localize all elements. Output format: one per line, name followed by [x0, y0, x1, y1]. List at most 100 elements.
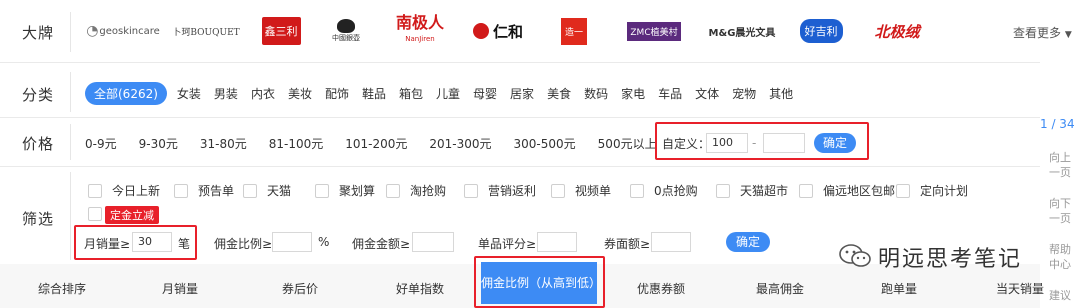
divider	[0, 117, 1040, 118]
brand-renhe[interactable]: 仁和	[468, 16, 528, 46]
brand-haojili[interactable]: 好吉利	[798, 16, 844, 46]
price-confirm-button[interactable]: 确定	[814, 133, 856, 153]
commission-amount-label: 佣金金额≥	[352, 237, 411, 251]
checkbox-icon	[630, 183, 644, 198]
divider	[70, 172, 71, 260]
divider	[70, 72, 71, 112]
category-row-label: 分类	[22, 86, 55, 104]
checkbox-icon	[799, 183, 813, 198]
checkbox-icon	[896, 183, 910, 198]
sort-option[interactable]: 好单指数	[396, 280, 444, 297]
category-item[interactable]: 鞋品	[362, 85, 386, 102]
checkbox-icon	[716, 183, 730, 198]
next-page-button[interactable]: 向下 一页	[1040, 196, 1080, 226]
checkbox-icon	[174, 183, 188, 198]
divider	[70, 124, 71, 160]
filter-checkbox[interactable]: 天猫超市	[716, 182, 788, 199]
brand-zaoyi[interactable]: 造一	[556, 16, 592, 46]
price-range[interactable]: 31-80元	[200, 135, 247, 152]
category-item[interactable]: 居家	[510, 85, 534, 102]
category-all[interactable]: 全部(6262)	[85, 82, 167, 105]
brand-nanjiren[interactable]: 南极人 NanJiren	[390, 15, 450, 46]
rating-input[interactable]	[537, 232, 577, 252]
price-max-input[interactable]	[763, 133, 805, 153]
sort-option[interactable]: 综合排序	[38, 280, 86, 297]
brand-bouquet[interactable]: 卜珂BOUQUET	[172, 16, 239, 46]
category-item[interactable]: 母婴	[473, 85, 497, 102]
checkbox-icon	[386, 183, 400, 198]
sort-option[interactable]: 当天销量	[996, 280, 1044, 297]
teapot-logo-icon	[337, 19, 355, 33]
filter-confirm-button[interactable]: 确定	[726, 232, 770, 252]
filter-checkbox[interactable]: 视频单	[551, 182, 611, 199]
sort-option[interactable]: 跑单量	[881, 280, 917, 297]
divider	[70, 12, 71, 52]
filter-checkbox[interactable]: 营销返利	[464, 182, 536, 199]
filter-checkbox[interactable]: 0点抢购	[630, 182, 698, 199]
price-range-list: 0-9元 9-30元 31-80元 81-100元 101-200元 201-3…	[85, 135, 679, 152]
price-range[interactable]: 300-500元	[514, 135, 576, 152]
more-brands-link[interactable]: 查看更多 ▼	[1013, 24, 1072, 41]
sort-option[interactable]: 券后价	[282, 280, 318, 297]
checkbox-icon	[243, 183, 257, 198]
price-range[interactable]: 201-300元	[429, 135, 491, 152]
category-item[interactable]: 配饰	[325, 85, 349, 102]
filter-checkbox[interactable]: 今日上新	[88, 182, 160, 199]
monthly-sales-unit: 笔	[178, 237, 191, 251]
category-item[interactable]: 内衣	[251, 85, 275, 102]
category-item[interactable]: 数码	[584, 85, 608, 102]
prev-page-button[interactable]: 向上 一页	[1040, 150, 1080, 180]
brand-beijirong[interactable]: 北极绒	[866, 16, 928, 46]
brand-xinsanli[interactable]: 鑫三利	[260, 16, 302, 46]
monthly-sales-label: 月销量≥	[84, 237, 131, 251]
filter-checkbox[interactable]: 预告单	[174, 182, 234, 199]
commission-rate-unit: %	[318, 235, 330, 249]
divider	[0, 166, 1040, 167]
price-separator: -	[752, 136, 757, 150]
coupon-input[interactable]	[651, 232, 691, 252]
price-range[interactable]: 81-100元	[269, 135, 324, 152]
help-center-link[interactable]: 帮助 中心	[1040, 242, 1080, 272]
price-range[interactable]: 500元以上	[598, 135, 657, 152]
category-item[interactable]: 箱包	[399, 85, 423, 102]
price-range[interactable]: 0-9元	[85, 135, 117, 152]
category-item[interactable]: 美食	[547, 85, 571, 102]
category-item[interactable]: 儿童	[436, 85, 460, 102]
sort-option-active[interactable]: 佣金比例（从高到低）	[481, 262, 601, 304]
filter-checkbox[interactable]: 定向计划	[896, 182, 968, 199]
category-item[interactable]: 车品	[658, 85, 682, 102]
filter-row-label: 筛选	[22, 210, 55, 228]
brand-zhongguoyinhu[interactable]: 中國銀壺	[326, 16, 366, 46]
brand-list: ◔ geoskincare 卜珂BOUQUET 鑫三利 中國銀壺 南极人 Nan…	[86, 10, 928, 52]
commission-amount-input[interactable]	[412, 232, 454, 252]
commission-rate-input[interactable]	[272, 232, 312, 252]
category-item[interactable]: 女装	[177, 85, 201, 102]
price-min-input[interactable]: 100	[706, 133, 748, 153]
category-item[interactable]: 男装	[214, 85, 238, 102]
filter-checkbox[interactable]: 淘抢购	[386, 182, 446, 199]
brand-mg[interactable]: M&G晨光文具	[708, 16, 776, 46]
filter-checkbox[interactable]: 天猫	[243, 182, 291, 199]
geoskincare-logo-icon: ◔	[86, 23, 99, 39]
monthly-sales-input[interactable]: 30	[132, 232, 172, 252]
price-range[interactable]: 101-200元	[345, 135, 407, 152]
watermark: 明远思考笔记	[838, 241, 1022, 273]
checkbox-icon	[551, 183, 565, 198]
coupon-label: 券面额≥	[604, 237, 651, 251]
sort-option[interactable]: 最高佣金	[756, 280, 804, 297]
filter-checkbox[interactable]: 聚划算	[315, 182, 375, 199]
sort-option[interactable]: 优惠券额	[637, 280, 685, 297]
filter-checkbox[interactable]: 偏远地区包邮	[799, 182, 895, 199]
category-item[interactable]: 其他	[769, 85, 793, 102]
checkbox-icon	[88, 183, 102, 198]
brand-geoskincare[interactable]: ◔ geoskincare	[86, 16, 160, 46]
category-item[interactable]: 家电	[621, 85, 645, 102]
price-row-label: 价格	[22, 135, 55, 153]
suggestion-link[interactable]: 建议	[1040, 288, 1080, 303]
category-item[interactable]: 文体	[695, 85, 719, 102]
category-item[interactable]: 宠物	[732, 85, 756, 102]
price-range[interactable]: 9-30元	[139, 135, 178, 152]
category-item[interactable]: 美妆	[288, 85, 312, 102]
sort-option[interactable]: 月销量	[162, 280, 198, 297]
brand-zmc[interactable]: ZMC植美村	[626, 16, 682, 46]
